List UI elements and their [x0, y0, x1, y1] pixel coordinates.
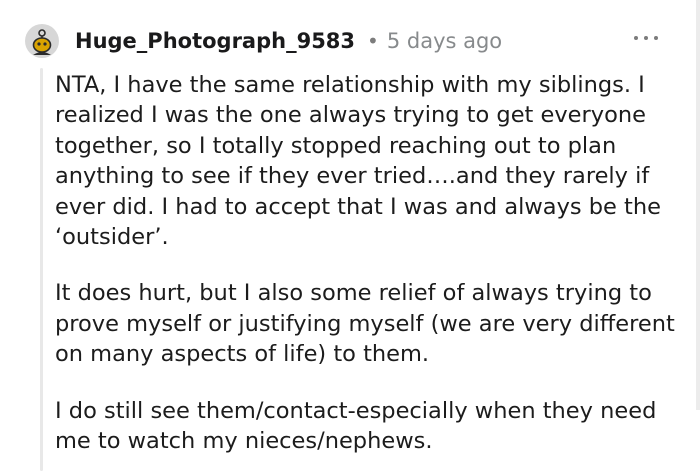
- timestamp[interactable]: 5 days ago: [387, 29, 502, 53]
- username-link[interactable]: Huge_Photograph_9583: [75, 29, 355, 53]
- comment-paragraph: I do still see them/contact-especially w…: [55, 397, 657, 455]
- thread-line[interactable]: [40, 68, 43, 471]
- meta-separator: •: [367, 29, 379, 53]
- comment-paragraph: NTA, I have the same relationship with m…: [55, 72, 661, 251]
- dot-icon: [644, 36, 648, 40]
- comment-paragraph: It does hurt, but I also some relief of …: [55, 280, 675, 368]
- comment-header: Huge_Photograph_9583 • 5 days ago: [75, 24, 502, 58]
- user-avatar-icon[interactable]: [25, 24, 59, 58]
- comment-body: NTA, I have the same relationship with m…: [55, 70, 680, 456]
- dot-icon: [634, 36, 638, 40]
- scrollbar[interactable]: [696, 0, 700, 410]
- dot-icon: [654, 36, 658, 40]
- comment-card: Huge_Photograph_9583 • 5 days ago NTA, I…: [0, 0, 700, 471]
- more-horizontal-icon[interactable]: [634, 34, 658, 42]
